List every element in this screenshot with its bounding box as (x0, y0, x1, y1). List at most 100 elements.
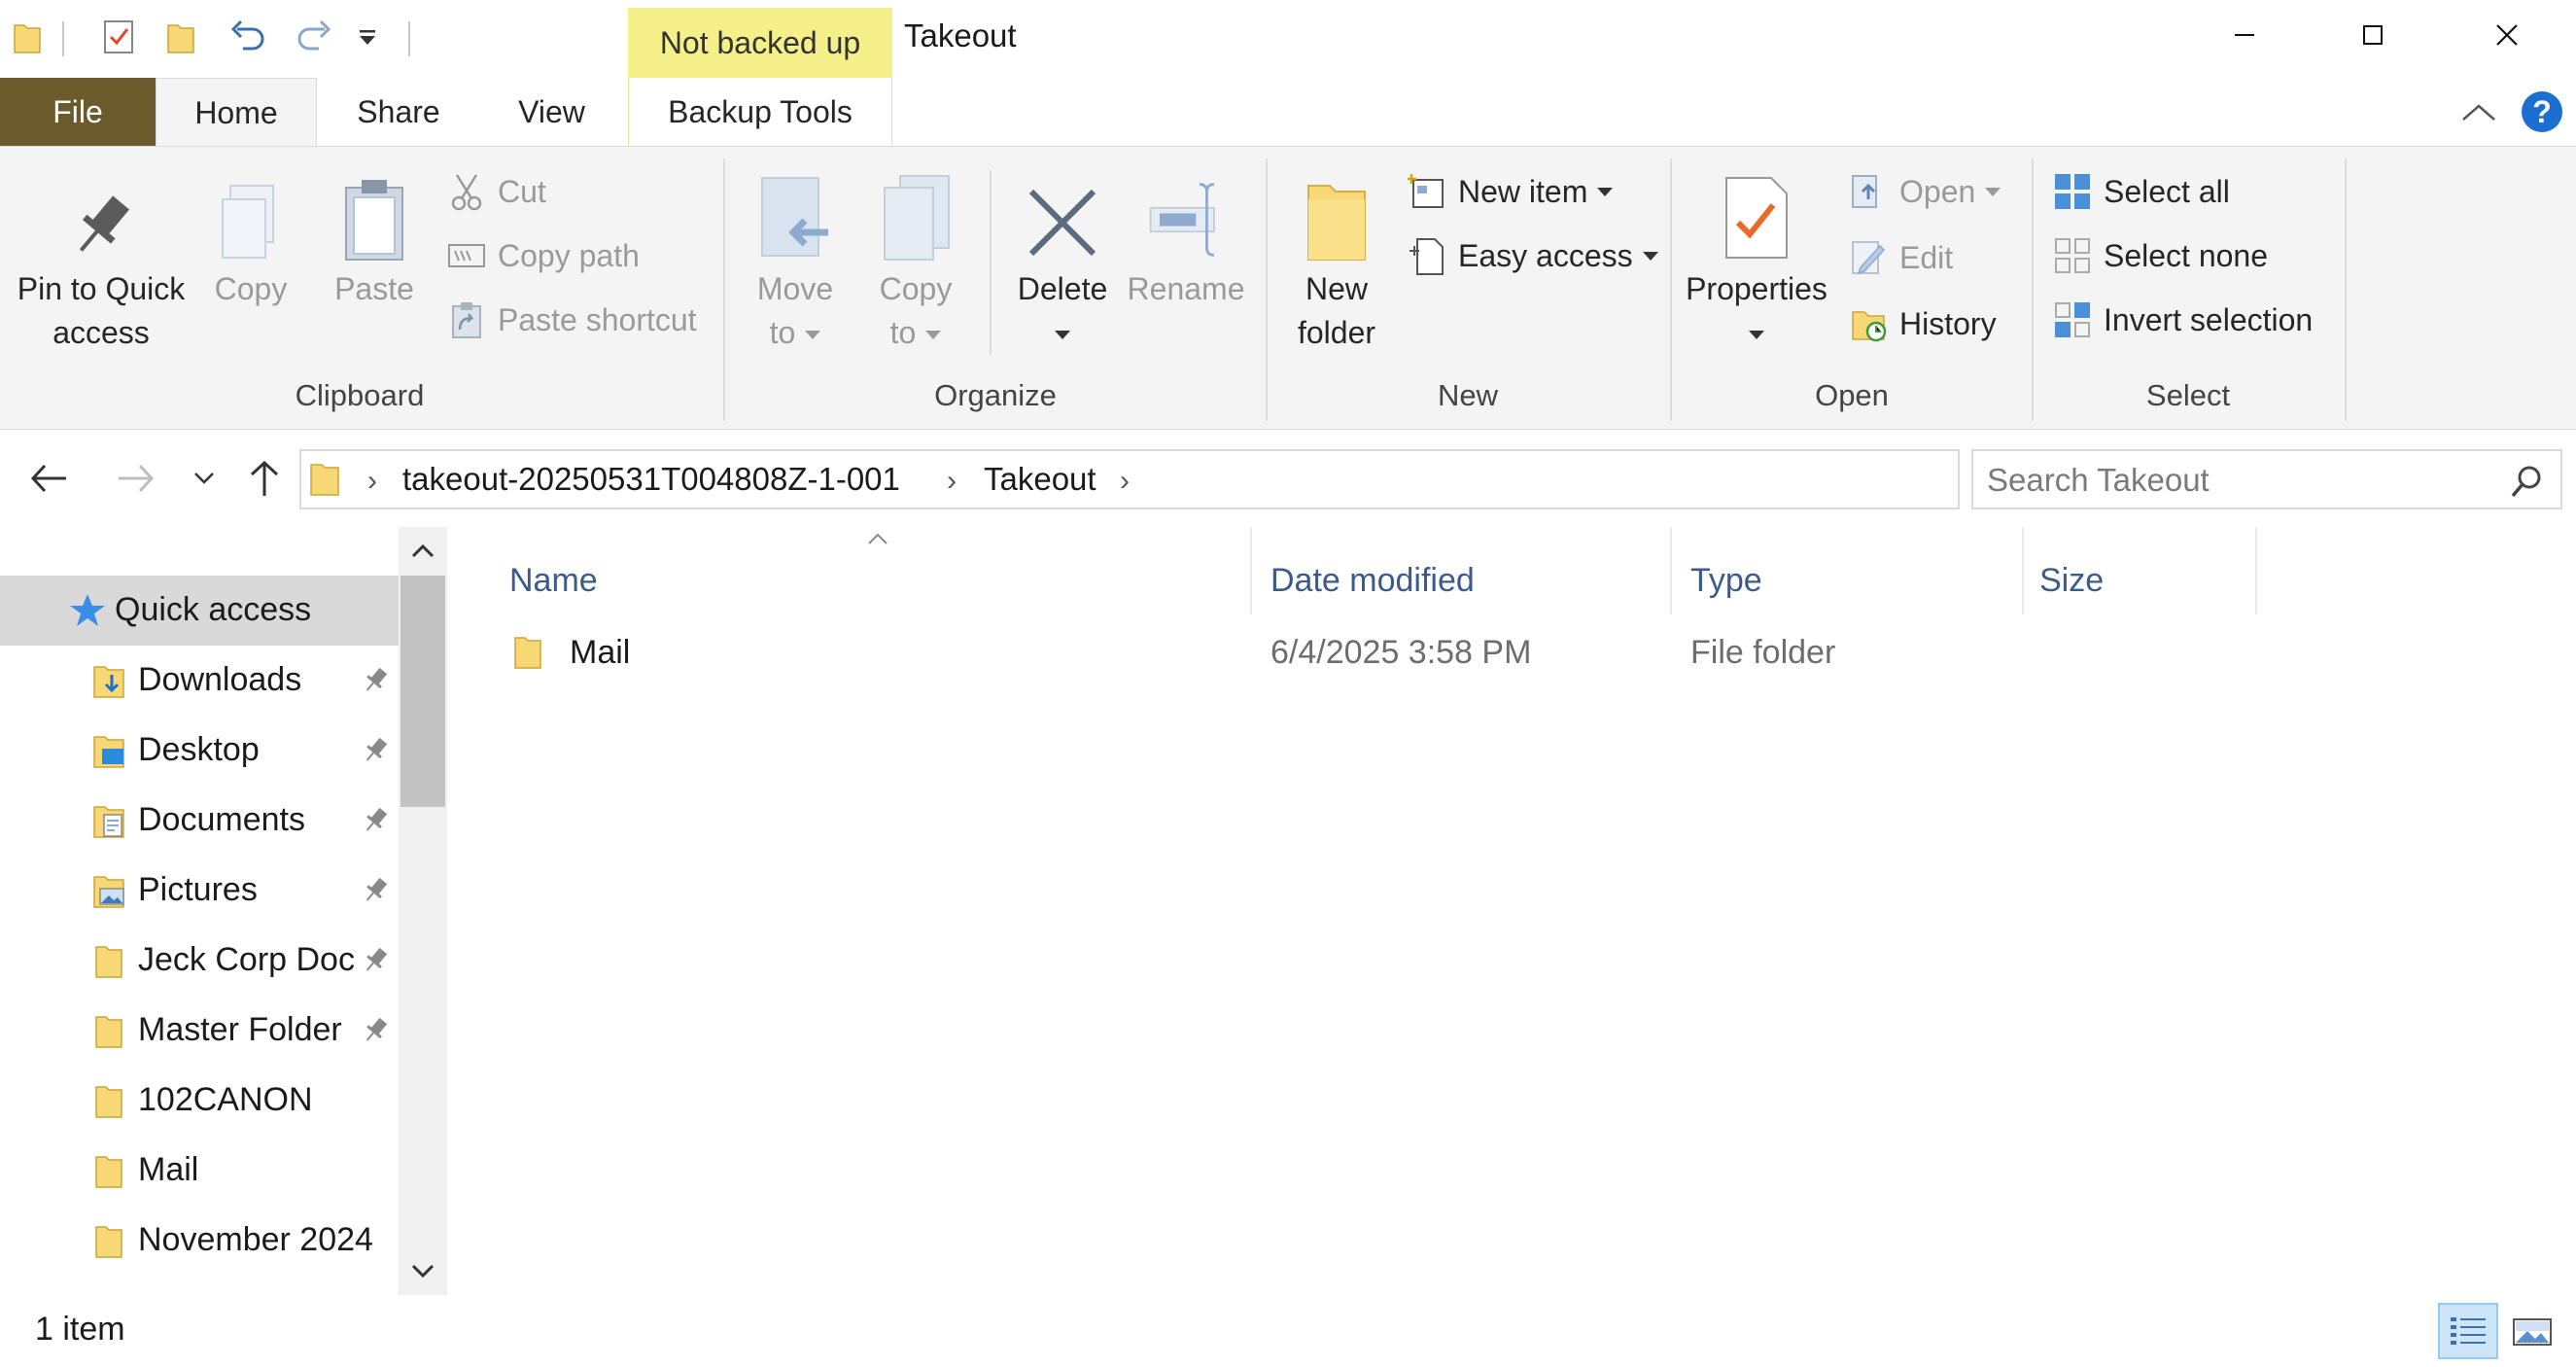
history-button[interactable]: History (1847, 298, 1997, 349)
copy-icon (210, 166, 292, 263)
edit-icon (1847, 236, 1890, 279)
select-none-button[interactable]: Select none (2051, 230, 2268, 281)
maximize-button[interactable] (2306, 0, 2440, 70)
rename-icon (1145, 166, 1227, 263)
folder-icon (309, 459, 340, 503)
sidebar-item[interactable]: Desktop (0, 716, 399, 786)
tab-share[interactable]: Share (335, 78, 462, 146)
tab-file[interactable]: File (0, 78, 156, 146)
file-name[interactable]: Mail (570, 634, 630, 672)
organize-group-label: Organize (934, 378, 1057, 412)
search-icon[interactable] (2506, 460, 2549, 503)
sidebar-item[interactable]: 102CANON (0, 1066, 399, 1136)
file-date-modified: 6/4/2025 3:58 PM (1271, 634, 1532, 671)
rename-button[interactable]: Rename (1128, 166, 1244, 311)
sidebar-item[interactable]: Documents (0, 786, 399, 856)
easy-access-button[interactable]: Easy access (1406, 230, 1658, 281)
new-item-label: New item (1458, 173, 1588, 209)
pin-icon (356, 1011, 395, 1050)
column-divider[interactable] (1250, 527, 1252, 614)
scroll-down-button[interactable] (399, 1248, 447, 1293)
paste-label: Paste (334, 271, 414, 306)
nav-pane-scrollbar[interactable] (399, 527, 447, 1295)
back-arrow-icon (30, 464, 66, 493)
new-folder-icon[interactable] (159, 16, 202, 58)
folder-icon (6, 16, 49, 58)
column-header-size[interactable]: Size (2039, 546, 2104, 614)
scrollbar-thumb[interactable] (400, 576, 445, 807)
properties-check-icon[interactable] (97, 16, 140, 58)
copy-to-button[interactable]: Copy to (863, 166, 968, 355)
large-icons-view-button[interactable] (2502, 1303, 2562, 1359)
window-title: Takeout (904, 18, 1017, 53)
sidebar-item[interactable]: Jeck Corp Doc (0, 926, 399, 996)
help-button[interactable]: ? (2522, 91, 2562, 132)
select-all-icon (2051, 170, 2094, 213)
back-button[interactable] (21, 451, 76, 506)
breadcrumb-chevron-icon[interactable]: › (947, 465, 957, 498)
folder-icon (513, 632, 542, 676)
title-bar: Not backed up Takeout (0, 0, 2576, 78)
sidebar-item[interactable]: Mail (0, 1136, 399, 1206)
paste-button[interactable]: Paste (326, 166, 423, 311)
edit-label: Edit (1899, 239, 1954, 275)
sidebar-item[interactable]: Pictures (0, 856, 399, 926)
column-header-type[interactable]: Type (1690, 546, 1762, 614)
copy-button[interactable]: Copy (202, 166, 299, 311)
customize-dropdown-icon[interactable] (346, 16, 389, 58)
breadcrumb-segment[interactable]: Takeout (984, 461, 1097, 498)
sidebar-item[interactable]: Master Folder (0, 996, 399, 1066)
column-header-date-modified[interactable]: Date modified (1271, 546, 1475, 614)
column-divider[interactable] (1670, 527, 1672, 614)
minimize-button[interactable] (2177, 0, 2312, 70)
scroll-up-button[interactable] (399, 529, 447, 574)
move-to-button[interactable]: Move to (743, 166, 848, 355)
sidebar-item-label: Quick access (115, 591, 312, 628)
breadcrumb-chevron-icon[interactable]: › (1120, 465, 1130, 498)
breadcrumb-chevron-icon[interactable]: › (367, 465, 377, 498)
file-list: Name Date modified Type Size Mail 6/4/20… (449, 527, 2576, 1295)
up-button[interactable] (237, 451, 292, 506)
history-icon (1847, 302, 1890, 345)
open-button[interactable]: Open (1847, 166, 2002, 217)
undo-icon[interactable] (226, 16, 268, 58)
navigation-bar: › takeout-20250531T004808Z-1-001 › Takeo… (0, 430, 2576, 527)
search-box[interactable] (1971, 449, 2562, 509)
column-header-name[interactable]: Name (509, 546, 598, 614)
minimize-icon (2235, 34, 2254, 36)
copy-path-button[interactable]: Copy path (445, 230, 640, 281)
column-divider[interactable] (2022, 527, 2024, 614)
tab-view[interactable]: View (486, 78, 617, 146)
search-input[interactable] (1987, 459, 2492, 502)
paste-shortcut-button[interactable]: Paste shortcut (445, 295, 697, 345)
forward-button[interactable] (109, 451, 163, 506)
sidebar-item[interactable]: November 2024 (0, 1206, 399, 1276)
redo-icon[interactable] (294, 16, 336, 58)
properties-button[interactable]: Properties (1684, 166, 1829, 355)
invert-selection-button[interactable]: Invert selection (2051, 295, 2313, 345)
pin-to-quick-access-button[interactable]: Pin to Quick access (14, 166, 189, 355)
table-row[interactable]: Mail 6/4/2025 3:58 PM File folder (498, 620, 2296, 690)
close-button[interactable] (2440, 0, 2574, 70)
chevron-up-icon (2462, 104, 2495, 121)
qat-separator (408, 21, 410, 56)
easy-access-icon (1406, 234, 1448, 277)
pin-label-line2: access (52, 315, 150, 350)
nav-item-quick-access[interactable]: Quick access (0, 576, 399, 646)
details-view-button[interactable] (2438, 1303, 2498, 1359)
breadcrumb-segment[interactable]: takeout-20250531T004808Z-1-001 (402, 461, 900, 498)
collapse-ribbon-button[interactable] (2457, 93, 2500, 132)
navigation-pane: Quick access Downloads Desktop Documents Pic… (0, 527, 447, 1295)
delete-button[interactable]: Delete (1007, 166, 1118, 355)
address-bar[interactable]: › takeout-20250531T004808Z-1-001 › Takeo… (299, 449, 2247, 509)
select-all-button[interactable]: Select all (2051, 166, 2230, 217)
new-item-button[interactable]: New item (1406, 166, 1614, 217)
sidebar-item[interactable]: Downloads (0, 646, 399, 716)
new-folder-button[interactable]: New folder (1283, 166, 1390, 355)
tab-backup-tools[interactable]: Backup Tools (628, 78, 892, 146)
tab-home[interactable]: Home (156, 78, 317, 147)
column-divider[interactable] (2255, 527, 2257, 614)
cut-button[interactable]: Cut (445, 166, 546, 217)
recent-locations-button[interactable] (177, 451, 231, 506)
edit-button[interactable]: Edit (1847, 232, 1953, 283)
